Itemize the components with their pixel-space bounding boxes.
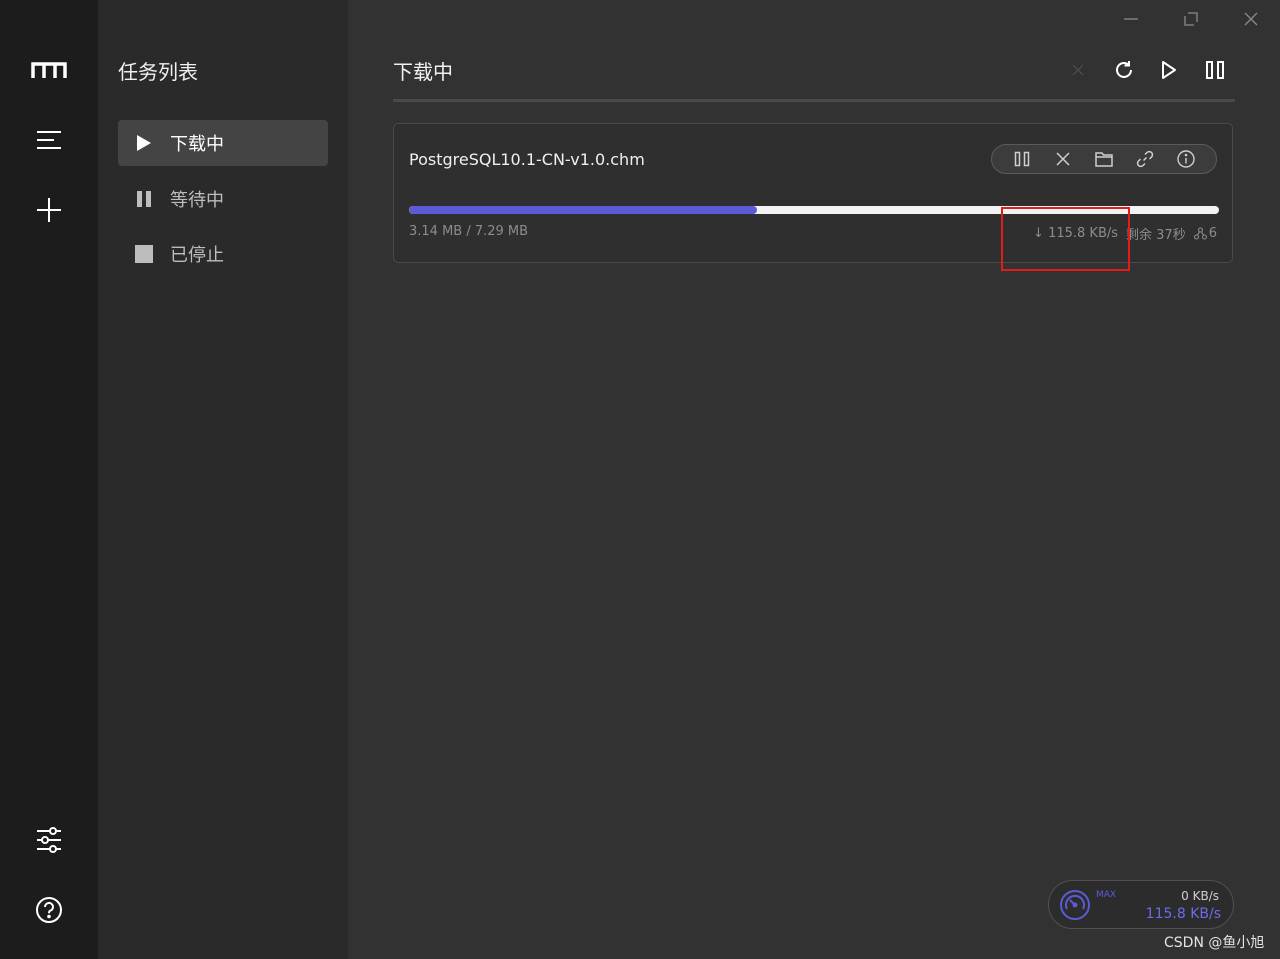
watermark: CSDN @鱼小旭 xyxy=(1164,935,1265,951)
sidebar-item-label: 已停止 xyxy=(170,245,224,266)
pause-icon xyxy=(118,190,170,208)
progress-fill xyxy=(409,206,758,214)
task-connections: 6 xyxy=(1193,226,1217,241)
progress-bar xyxy=(409,206,1219,214)
sidebar-title: 任务列表 xyxy=(118,60,198,84)
pause-icon[interactable] xyxy=(1008,145,1036,173)
link-icon[interactable] xyxy=(1131,145,1159,173)
upload-speed: 0 KB/s xyxy=(1181,889,1219,903)
task-size: 3.14 MB / 7.29 MB xyxy=(409,224,529,239)
task-stats: ↓ 115.8 KB/s 剩余 37秒 6 xyxy=(1033,224,1217,243)
header-divider xyxy=(393,99,1235,102)
connections-icon xyxy=(1193,227,1207,240)
refresh-icon[interactable] xyxy=(1110,56,1138,84)
sidebar-item-label: 下载中 xyxy=(170,134,224,155)
add-icon[interactable] xyxy=(29,190,69,230)
play-icon xyxy=(118,134,170,152)
folder-icon[interactable] xyxy=(1090,145,1118,173)
task-remaining: 剩余 37秒 xyxy=(1126,228,1186,243)
task-speed: ↓ 115.8 KB/s xyxy=(1033,226,1119,241)
preferences-icon[interactable] xyxy=(29,820,69,860)
delete-icon[interactable] xyxy=(1064,56,1092,84)
sidebar-item-waiting[interactable]: 等待中 xyxy=(118,176,328,222)
info-icon[interactable] xyxy=(1172,145,1200,173)
delete-icon[interactable] xyxy=(1049,145,1077,173)
resume-all-icon[interactable] xyxy=(1155,56,1183,84)
logo-icon xyxy=(29,50,69,90)
speedometer[interactable]: MAX 0 KB/s 115.8 KB/s xyxy=(1048,880,1234,929)
task-actions xyxy=(991,144,1217,174)
sidebar-item-label: 等待中 xyxy=(170,190,224,211)
pause-all-icon[interactable] xyxy=(1201,56,1229,84)
main-panel: 下载中 PostgreSQL10.1-CN-v1.0.chm 3.14 MB /… xyxy=(348,0,1280,959)
maximize-icon[interactable] xyxy=(1176,6,1206,32)
sidebar-item-downloading[interactable]: 下载中 xyxy=(118,120,328,166)
menu-icon[interactable] xyxy=(29,120,69,160)
speedometer-icon xyxy=(1060,890,1090,920)
icon-rail xyxy=(0,0,98,959)
sidebar: 任务列表 下载中 等待中 已停止 xyxy=(98,0,348,959)
page-title: 下载中 xyxy=(393,60,453,84)
speed-limit-label: MAX xyxy=(1096,890,1117,900)
task-item[interactable]: PostgreSQL10.1-CN-v1.0.chm 3.14 MB / 7.2… xyxy=(393,123,1233,263)
sidebar-item-stopped[interactable]: 已停止 xyxy=(118,231,328,277)
connections-count: 6 xyxy=(1208,226,1217,241)
task-name: PostgreSQL10.1-CN-v1.0.chm xyxy=(409,150,645,169)
stop-icon xyxy=(118,245,170,263)
help-icon[interactable] xyxy=(29,890,69,930)
download-speed: 115.8 KB/s xyxy=(1145,906,1221,922)
close-icon[interactable] xyxy=(1236,6,1266,32)
minimize-icon[interactable] xyxy=(1116,6,1146,32)
